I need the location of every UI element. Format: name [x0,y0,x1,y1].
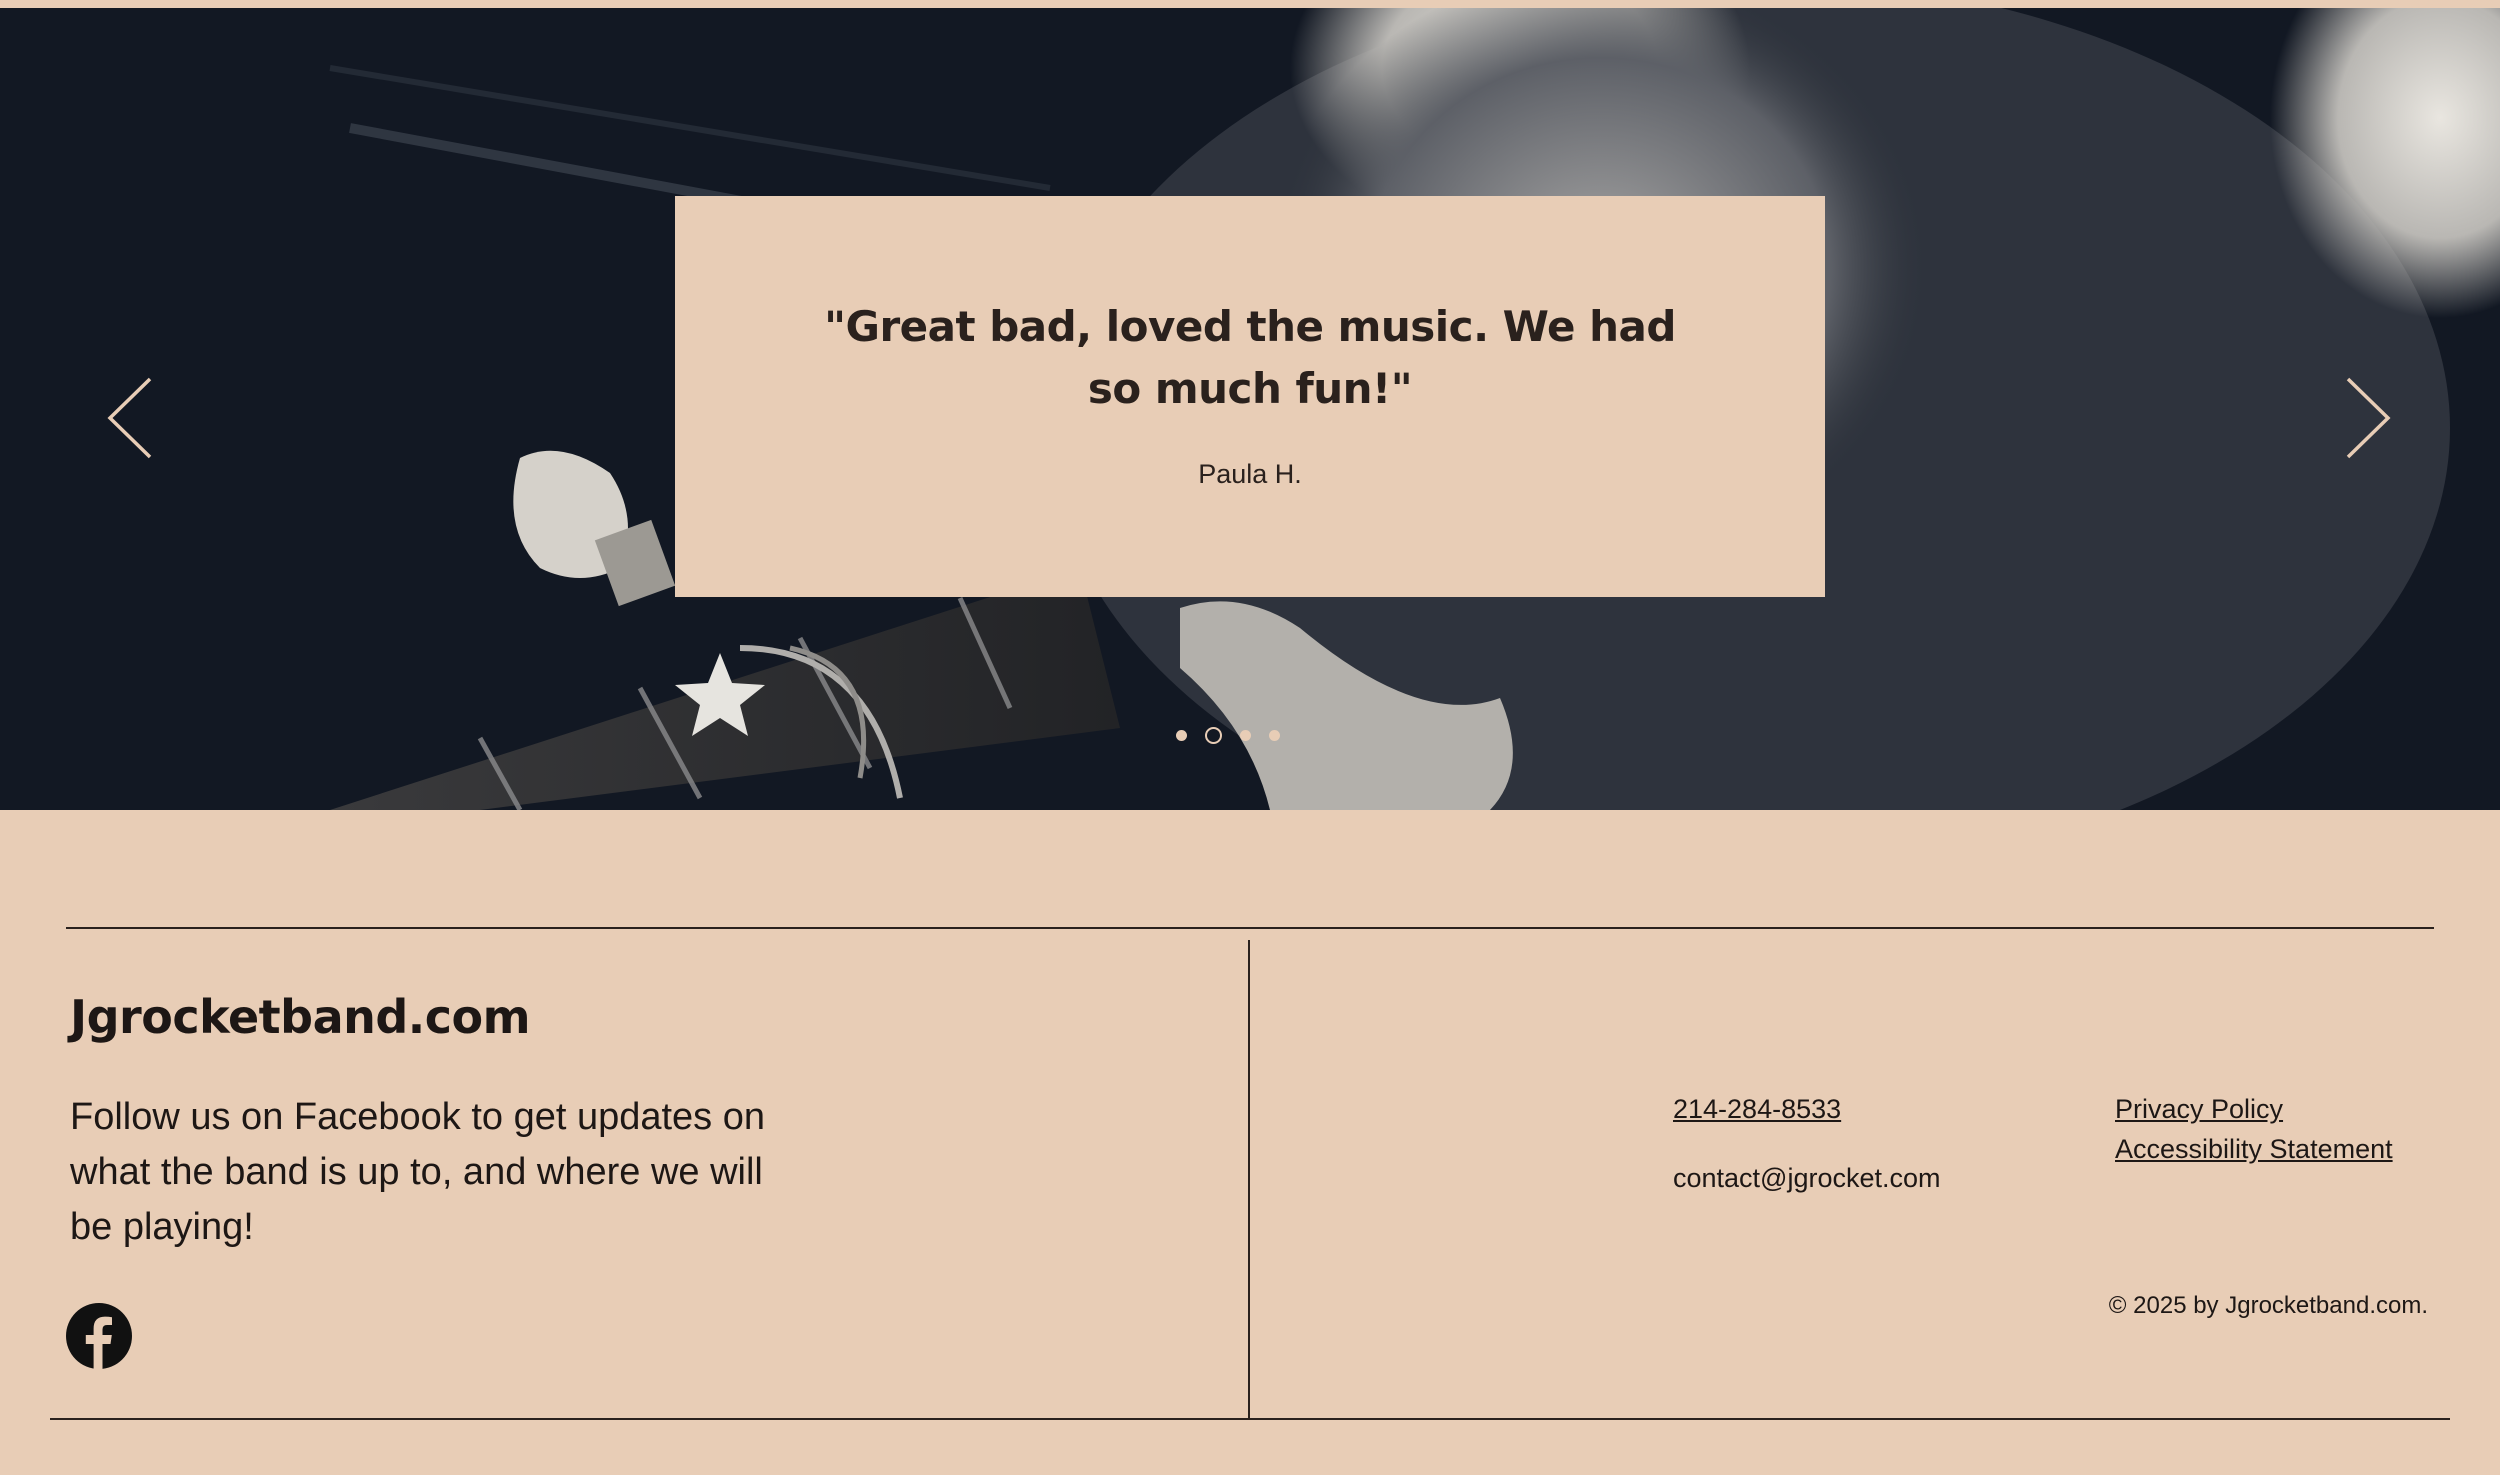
footer-follow-text: Follow us on Facebook to get updates on … [70,1096,766,1248]
copyright-text: © 2025 by Jgrocketband.com. [2108,1292,2428,1319]
slide-dot-1[interactable] [1176,729,1187,741]
testimonial-quote: "Great bad, loved the music. We had so m… [824,302,1676,413]
contact-email[interactable]: contact@jgrocket.com [1673,1163,1941,1194]
testimonial-card: "Great bad, loved the music. We had so m… [675,196,1825,597]
testimonial-carousel: "Great bad, loved the music. We had so m… [0,8,2500,810]
next-slide-button[interactable] [2336,373,2396,463]
slide-pagination [1176,718,1280,752]
slide-dot-3[interactable] [1240,729,1251,741]
phone-link[interactable]: 214-284-8533 [1673,1094,1841,1125]
slide-dot-2-active[interactable] [1205,726,1222,744]
chevron-left-icon [107,377,152,459]
footer-bottom-divider [50,1418,2450,1420]
footer-brand-name: Jgrocketband.com [70,990,531,1044]
previous-slide-button[interactable] [102,373,162,463]
chevron-right-icon [2346,377,2391,459]
accessibility-statement-link[interactable]: Accessibility Statement [2115,1134,2393,1165]
footer-top-divider [66,927,2434,929]
facebook-icon [66,1303,132,1369]
slide-dot-4[interactable] [1269,729,1280,741]
testimonial-author: Paula H. [1198,459,1302,489]
facebook-link[interactable] [66,1303,132,1369]
footer-column-divider [1248,940,1250,1419]
privacy-policy-link[interactable]: Privacy Policy [2115,1094,2283,1125]
